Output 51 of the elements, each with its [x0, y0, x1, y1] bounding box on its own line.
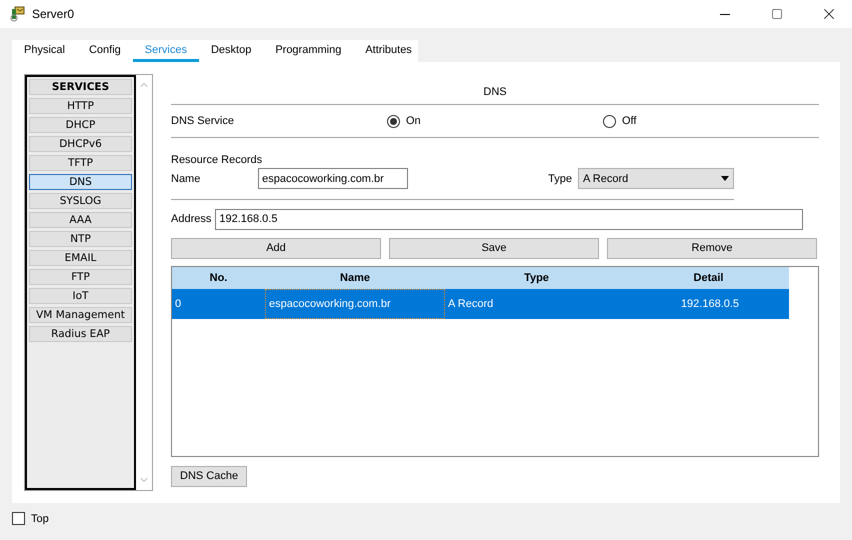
action-button[interactable]: Save	[389, 238, 599, 258]
column-header: Type	[523, 271, 550, 286]
sidebar-item[interactable]: DHCP	[29, 117, 132, 133]
services-header: SERVICES	[29, 79, 132, 95]
window-title: Server0	[32, 7, 76, 21]
sidebar-item[interactable]: SYSLOG	[29, 193, 132, 209]
field-label: Name	[171, 172, 202, 184]
field-label: Type	[548, 172, 572, 184]
table-row[interactable]: 0 espacocoworking.com.br A Record 192.168.0.5	[172, 289, 789, 319]
sidebar-item[interactable]: NTP	[29, 231, 132, 247]
radio-label: Off	[622, 115, 636, 127]
address-field[interactable]: 192.168.0.5	[215, 208, 804, 230]
checkbox[interactable]	[12, 512, 25, 525]
sidebar-item[interactable]: FTP	[29, 269, 132, 285]
radio-button[interactable]	[603, 114, 616, 128]
sidebar-item[interactable]: DHCPv6	[29, 136, 132, 152]
table-cell-text: A Record	[447, 297, 494, 312]
sidebar-item[interactable]: EMAIL	[29, 250, 132, 266]
sidebar-item[interactable]: VM Management	[29, 307, 132, 323]
sidebar-item[interactable]: AAA	[29, 212, 132, 228]
section-label: Resource Records	[171, 154, 262, 166]
checkbox-label: Top	[31, 512, 49, 524]
sidebar-item[interactable]: HTTP	[29, 98, 132, 114]
maximize-icon	[771, 8, 783, 20]
table-cell-text: 192.168.0.5	[680, 297, 740, 312]
tab[interactable]: Physical	[12, 40, 77, 62]
column-header: No.	[208, 271, 228, 286]
tab[interactable]: Config	[76, 40, 133, 62]
action-button[interactable]: Add	[171, 238, 381, 258]
type-dropdown[interactable]: A Record	[578, 168, 734, 189]
tab[interactable]: Attributes	[353, 40, 424, 62]
column-header: Detail	[692, 271, 724, 286]
table-cell: espacocoworking.com.br	[265, 289, 445, 319]
server-icon	[10, 6, 26, 22]
section-title: DNS	[171, 74, 819, 105]
action-button[interactable]: Remove	[607, 238, 817, 258]
sidebar-item[interactable]: DNS	[29, 174, 132, 190]
sidebar-item[interactable]: Radius EAP	[29, 326, 132, 342]
name-field[interactable]: espacocoworking.com.br	[258, 168, 408, 189]
sidebar-item[interactable]: TFTP	[29, 155, 132, 171]
field-label: DNS Service	[171, 115, 235, 127]
sidebar-item[interactable]: IoT	[29, 288, 132, 304]
radio-label: On	[406, 115, 421, 127]
caret-icon	[721, 176, 729, 181]
tab[interactable]: Desktop	[198, 40, 264, 62]
dns-cache-button[interactable]: DNS Cache	[171, 466, 248, 486]
column-header: Name	[339, 271, 371, 286]
radio-button[interactable]	[387, 114, 400, 128]
table-cell-text: 0	[174, 297, 182, 312]
tab[interactable]: Programming	[263, 40, 354, 62]
field-label: Address	[171, 213, 212, 225]
